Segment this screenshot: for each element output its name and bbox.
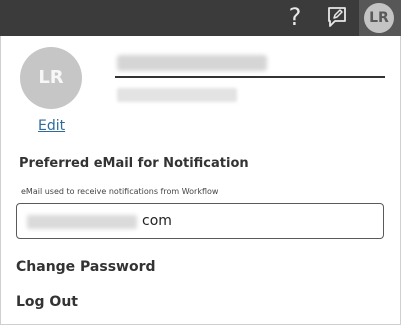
- notification-email-input[interactable]: com: [16, 203, 384, 239]
- avatar: LR: [364, 3, 394, 33]
- redacted-subtitle: [117, 88, 237, 102]
- edit-avatar-link[interactable]: Edit: [38, 118, 65, 134]
- redacted-email: [27, 215, 137, 229]
- redacted-name: [117, 55, 267, 71]
- email-suffix-text: com: [142, 213, 172, 229]
- log-out-link[interactable]: Log Out: [16, 294, 78, 310]
- account-panel: LR Edit Preferred eMail for Notification…: [0, 36, 401, 325]
- account-menu-button[interactable]: LR: [359, 0, 401, 36]
- notification-email-heading: Preferred eMail for Notification: [19, 156, 249, 171]
- profile-avatar: LR: [20, 47, 82, 109]
- notification-email-description: eMail used to receive notifications from…: [21, 187, 219, 196]
- display-name-field[interactable]: [115, 46, 385, 78]
- change-password-link[interactable]: Change Password: [16, 259, 156, 275]
- top-bar: ? LR: [0, 0, 401, 36]
- help-icon[interactable]: ?: [284, 3, 306, 31]
- feedback-icon[interactable]: [325, 5, 349, 29]
